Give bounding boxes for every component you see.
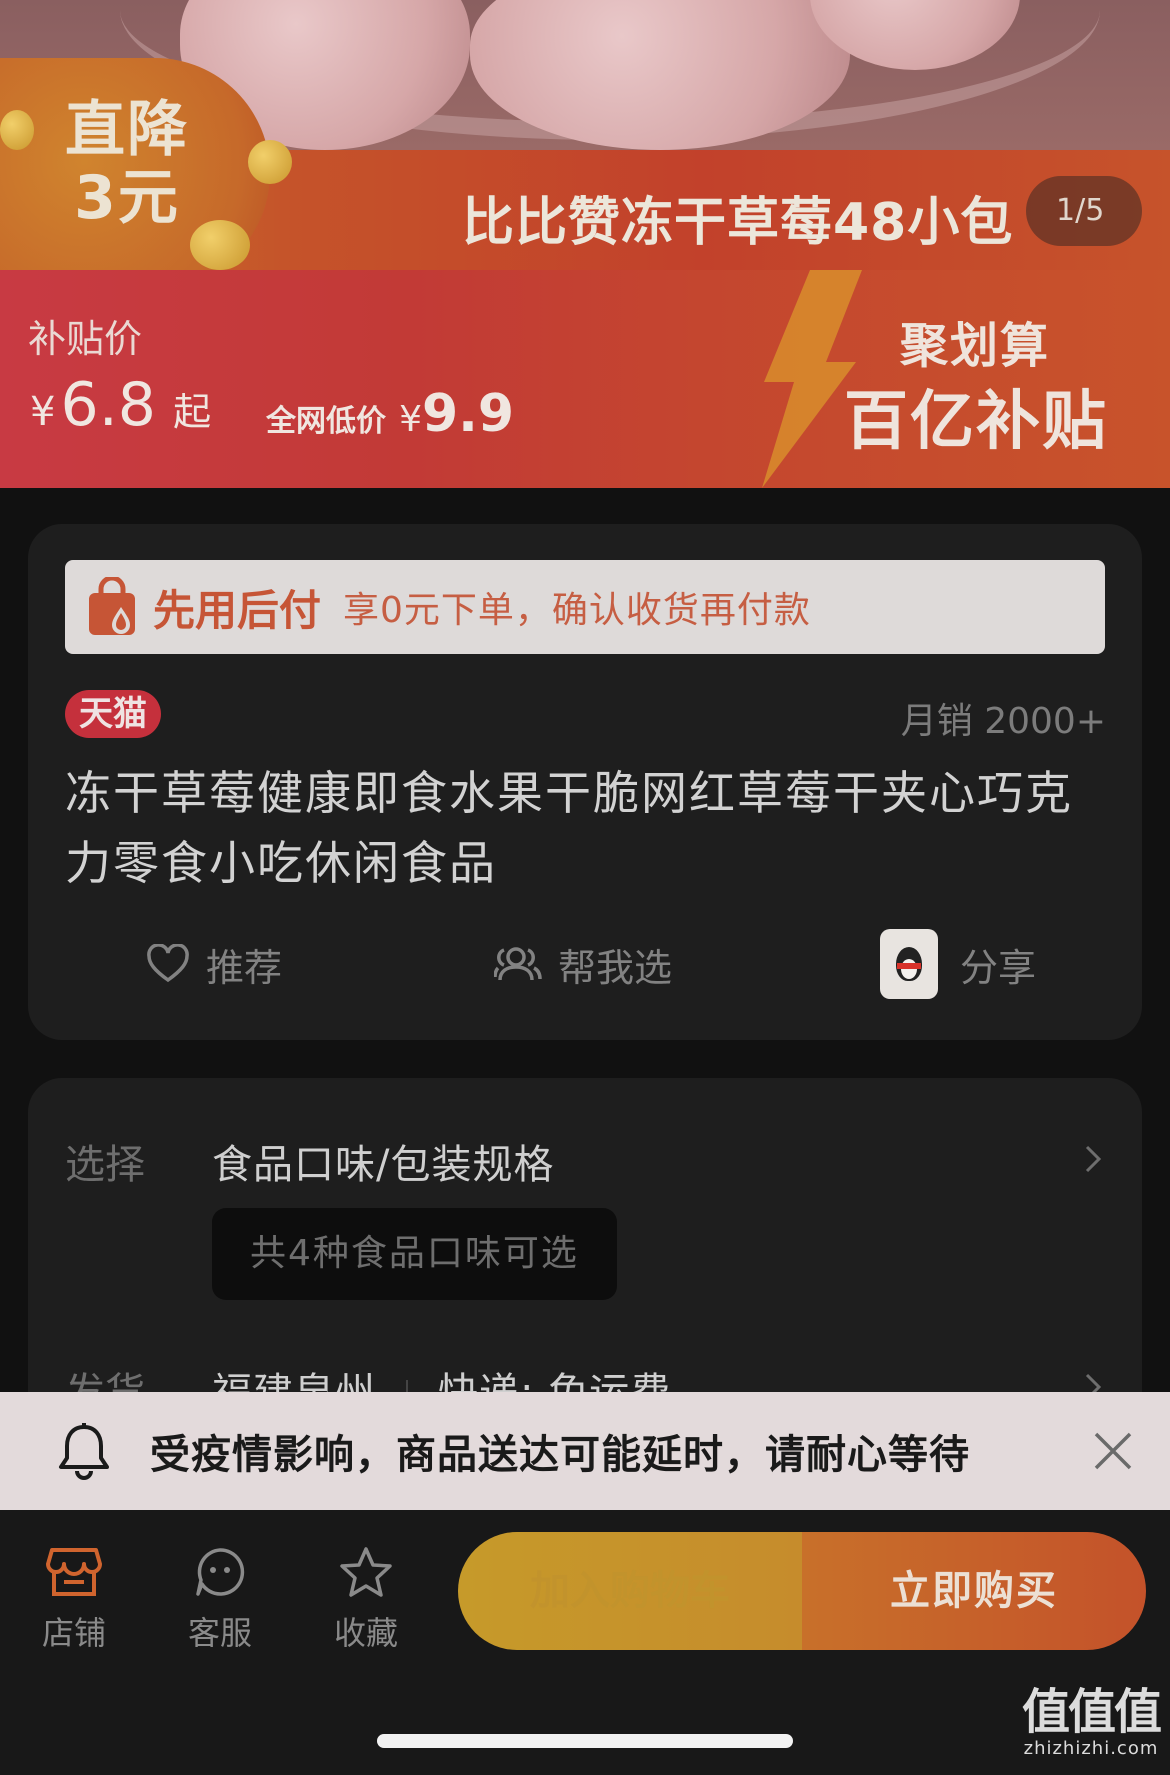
subsidy-label: 补贴价	[28, 317, 143, 361]
price-value: 6.8	[60, 370, 156, 440]
help-choose-button[interactable]: 帮我选	[494, 924, 672, 1004]
pay-later-banner[interactable]: 先用后付 享0元下单，确认收货再付款	[65, 560, 1105, 654]
subsidy-price: ¥ 6.8 起	[30, 370, 211, 440]
qq-avatar-icon	[880, 929, 938, 999]
price-drop-text: 直降 3元	[52, 96, 202, 232]
customer-service-tab[interactable]: 客服	[160, 1546, 280, 1654]
promo-title: 聚划算	[900, 318, 1051, 374]
chevron-right-icon	[1085, 1145, 1102, 1173]
monthly-sales: 月销 2000+	[900, 701, 1106, 742]
share-label: 分享	[960, 945, 1037, 990]
price-band: 补贴价 ¥ 6.8 起 全网低价 ¥9.9 聚划算 百亿补贴	[0, 270, 1170, 488]
currency-symbol: ¥	[30, 389, 56, 435]
store-icon	[46, 1548, 102, 1596]
chat-face-icon	[196, 1548, 245, 1596]
image-pager: 1/5	[1026, 176, 1142, 246]
recommend-button[interactable]: 推荐	[146, 924, 282, 1004]
currency-symbol: ¥	[399, 399, 422, 440]
coin-icon	[248, 140, 292, 184]
product-title: 冻干草莓健康即食水果干脆网红草莓干夹心巧克力零食小吃休闲食品	[65, 766, 1073, 890]
product-actions: 推荐 帮我选 分享	[28, 924, 1142, 1004]
share-button[interactable]: 分享	[880, 924, 1036, 1004]
product-image-carousel[interactable]: 直降 3元 比比赞冻干草莓48小包 1/5	[0, 0, 1170, 270]
hero-product-title: 比比赞冻干草莓48小包	[462, 193, 1014, 253]
coin-icon	[0, 110, 34, 150]
price-drop-line2: 3元	[74, 163, 180, 233]
star-icon	[340, 1547, 392, 1597]
purchase-buttons: 加入购物车 立即购买	[458, 1532, 1146, 1650]
shop-tab[interactable]: 店铺	[14, 1546, 134, 1654]
heart-icon	[147, 944, 189, 983]
price-drop-line1: 直降	[65, 95, 189, 165]
promo-subtitle: 百亿补贴	[844, 385, 1108, 459]
shop-label: 店铺	[41, 1614, 106, 1652]
favorite-tab[interactable]: 收藏	[306, 1546, 426, 1654]
select-label: 选择	[65, 1142, 145, 1188]
home-indicator	[377, 1734, 793, 1748]
shopping-bag-icon	[89, 577, 135, 635]
watermark-logo: 值值值	[1021, 1684, 1162, 1740]
epidemic-notice-bar: 受疫情影响，商品送达可能延时，请耐心等待	[0, 1392, 1170, 1510]
market-low-price: 全网低价 ¥9.9	[266, 384, 514, 444]
low-price-label: 全网低价	[266, 404, 386, 439]
recommend-label: 推荐	[206, 945, 283, 990]
price-from-suffix: 起	[173, 390, 212, 434]
pay-later-title: 先用后付	[153, 585, 322, 635]
people-icon	[494, 947, 542, 981]
product-info-card: 先用后付 享0元下单，确认收货再付款 天猫 月销 2000+ 冻干草莓健康即食水…	[28, 524, 1142, 1040]
low-price-value: 9.9	[422, 384, 515, 444]
watermark: 值值值 zhizhizhi.com	[1016, 1686, 1166, 1759]
help-choose-label: 帮我选	[558, 945, 673, 990]
tmall-badge: 天猫	[65, 690, 161, 738]
add-to-cart-button[interactable]: 加入购物车	[458, 1532, 802, 1650]
pay-later-desc: 享0元下单，确认收货再付款	[343, 590, 811, 631]
customer-service-label: 客服	[187, 1614, 252, 1652]
favorite-label: 收藏	[333, 1614, 398, 1652]
select-value: 食品口味/包装规格	[212, 1142, 555, 1188]
close-icon[interactable]	[1090, 1428, 1136, 1474]
notice-text: 受疫情影响，商品送达可能延时，请耐心等待	[150, 1432, 970, 1478]
bottom-action-bar: 店铺 客服 收藏 加入购物车 立即购买 值值值 zhizhizhi.com	[0, 1510, 1170, 1775]
flavor-count-chip[interactable]: 共4种食品口味可选	[212, 1208, 617, 1300]
buy-now-button[interactable]: 立即购买	[802, 1532, 1146, 1650]
watermark-url: zhizhizhi.com	[1023, 1738, 1159, 1759]
bell-icon	[59, 1423, 109, 1480]
